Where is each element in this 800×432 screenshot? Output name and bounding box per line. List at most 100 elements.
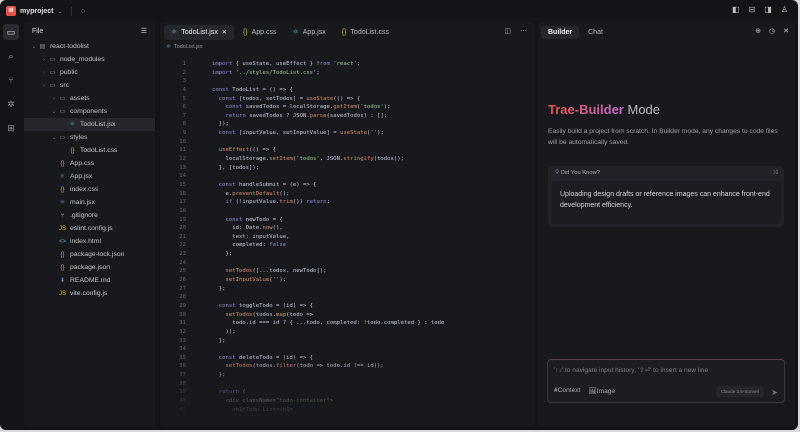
line-text: setTodos(todos.filter(todo => todo.id !=… xyxy=(225,363,384,370)
account-icon[interactable]: ♙ xyxy=(781,5,788,14)
line-number: 30 xyxy=(179,311,186,318)
tree-item[interactable]: ⬇ README.md xyxy=(24,274,155,287)
tab-chat[interactable]: Chat xyxy=(581,26,610,39)
folder-icon: ▭ xyxy=(59,109,66,115)
line-number: 16 xyxy=(179,190,186,197)
builder-panel: Builder Chat ⊕ ◷ ✕ Trae-Builder Mode Eas… xyxy=(538,22,795,426)
split-editor-icon[interactable]: ◫ xyxy=(504,27,511,35)
tree-item[interactable]: {} index.css xyxy=(24,183,155,196)
more-icon[interactable]: ⋯ xyxy=(520,27,527,35)
files-icon[interactable]: ▭ xyxy=(3,24,19,40)
close-icon[interactable]: ✕ xyxy=(783,27,789,35)
model-selector[interactable]: Claude 3.5-Sonnet xyxy=(715,386,764,397)
tree-item[interactable]: ⚛ main.jsx xyxy=(24,196,155,209)
code-line: 38 xyxy=(160,380,535,389)
line-text: if (!inputValue.trim()) return; xyxy=(225,199,330,206)
line-number: 18 xyxy=(179,207,186,214)
js-icon: JS xyxy=(58,225,66,232)
code-editor: ⚛ TodoList.jsx ✕{} App.css ⚛ App.jsx{} TodoLis… xyxy=(160,22,535,426)
tree-item[interactable]: {} TodoList.css xyxy=(24,144,155,157)
tree-item[interactable]: JS eslint.config.js xyxy=(24,222,155,235)
line-number: 4 xyxy=(182,86,186,93)
tree-item[interactable]: {} package.json xyxy=(24,261,155,274)
tree-item[interactable]: › ▭ node_modules xyxy=(24,53,155,66)
tab-todolist-css[interactable]: {} TodoList.css xyxy=(335,25,396,40)
tree-item[interactable]: ⚛ App.jsx xyxy=(24,170,155,183)
line-text: )); xyxy=(212,328,236,335)
code-line: 16 e.preventDefault(); xyxy=(160,190,535,199)
toggle-bottom-panel-icon[interactable]: ⊟ xyxy=(749,5,756,14)
breadcrumb-file[interactable]: TodoList.jsx xyxy=(174,44,203,50)
css-icon: {} xyxy=(242,28,248,36)
line-number: 26 xyxy=(179,277,186,284)
history-icon[interactable]: ◷ xyxy=(769,27,775,35)
tree-item[interactable]: › ▭ assets xyxy=(24,92,155,105)
chevron-right-icon: › xyxy=(53,95,55,102)
line-number: 9 xyxy=(182,130,186,137)
tree-item-label: vite.config.js xyxy=(70,290,108,297)
chat-input[interactable]: '↑↓' to navigate input history, '⇧⏎' to … xyxy=(547,359,785,403)
divider xyxy=(70,6,72,16)
tab-app-css[interactable]: {} App.css xyxy=(236,25,284,40)
context-button[interactable]: #Context xyxy=(554,387,580,395)
code-line: 1 import { useState, useEffect } from 're… xyxy=(160,60,535,69)
tree-item-label: eslint.config.js xyxy=(70,225,113,232)
send-icon[interactable]: ➤ xyxy=(771,388,778,397)
tree-item-label: index.css xyxy=(70,186,99,193)
code-line: 24 xyxy=(160,259,535,268)
tree-item[interactable]: ⑂ .gitignore xyxy=(24,209,155,222)
tree-item[interactable]: ⚛ TodoList.jsx xyxy=(24,118,155,131)
code-line: 13 }, [todos]); xyxy=(160,164,535,173)
toggle-left-panel-icon[interactable]: ◧ xyxy=(732,5,740,14)
toggle-right-panel-icon[interactable]: ◨ xyxy=(764,5,772,14)
source-control-icon[interactable]: ⑂ xyxy=(3,72,19,88)
tree-item[interactable]: ⌄ ▭ styles xyxy=(24,131,155,144)
folder-icon: ▭ xyxy=(49,83,56,89)
image-button[interactable]: 🖼︎Image xyxy=(588,387,615,395)
line-text: localStorage.setItem('todos', JSON.strin… xyxy=(212,156,404,163)
tab-app-jsx[interactable]: ⚛ App.jsx xyxy=(285,25,332,40)
code-line: 26 setInputValue(''); xyxy=(160,276,535,285)
code-line: 12 localStorage.setItem('todos', JSON.st… xyxy=(160,155,535,164)
apps-grid-icon[interactable]: ⁘ xyxy=(80,7,87,16)
code-line: 5 const [todos, setTodos] = useState(() … xyxy=(160,95,535,104)
tree-item[interactable]: JS vite.config.js xyxy=(24,287,155,300)
project-switcher[interactable]: myproject xyxy=(20,8,53,15)
tip-title: Did You Know? xyxy=(560,170,601,176)
project-logo: M xyxy=(6,6,16,16)
line-number: 10 xyxy=(179,138,186,145)
line-number: 6 xyxy=(182,104,186,111)
line-number: 34 xyxy=(179,346,186,353)
tree-item[interactable]: › ▭ public xyxy=(24,66,155,79)
tree-item[interactable]: › ▭ src xyxy=(24,79,155,92)
explorer-title: File xyxy=(32,27,44,35)
close-tab-icon[interactable]: ✕ xyxy=(222,29,227,36)
chevron-down-icon[interactable]: ⌄ xyxy=(57,8,62,15)
tree-item-label: package.json xyxy=(70,264,111,271)
code-line: 14 xyxy=(160,172,535,181)
tab-todolist-jsx[interactable]: ⚛ TodoList.jsx ✕ xyxy=(164,24,234,40)
tree-item[interactable]: {} App.css xyxy=(24,157,155,170)
ide-window: M myproject ⌄ ⁘ ◧ ⊟ ◨ ♙ ▭ ⌕ ⑂ ✲ ⊞ File ☰… xyxy=(0,0,798,430)
css-icon: {} xyxy=(341,28,347,36)
css-icon: {} xyxy=(70,147,75,154)
tree-item[interactable]: ⌄ ▤ react-todolist xyxy=(24,40,155,53)
extensions-icon[interactable]: ⊞ xyxy=(3,120,19,136)
search-icon[interactable]: ⌕ xyxy=(3,48,19,64)
editor-tabs: ⚛ TodoList.jsx ✕{} App.css ⚛ App.jsx{} TodoLis… xyxy=(160,22,535,42)
tree-item[interactable]: <> index.html xyxy=(24,235,155,248)
code-area[interactable]: 1 import { useState, useEffect } from 're… xyxy=(160,60,535,426)
shuffle-icon[interactable]: ⤨ xyxy=(772,170,777,177)
tree-item[interactable]: {} package-lock.json xyxy=(24,248,155,261)
file-explorer: File ☰ ⌄ ▤ react-todolist › ▭ node_modules › ▭ p… xyxy=(24,22,155,426)
debug-icon[interactable]: ✲ xyxy=(3,96,19,112)
new-chat-icon[interactable]: ⊕ xyxy=(755,27,761,35)
tab-builder[interactable]: Builder xyxy=(541,25,580,39)
line-text: return savedTodos ? JSON.parse(savedTodo… xyxy=(225,112,388,119)
root-icon: ▤ xyxy=(39,44,46,50)
tree-item-label: components xyxy=(70,108,108,115)
line-number: 29 xyxy=(179,302,186,309)
tree-item[interactable]: ⌄ ▭ components xyxy=(24,105,155,118)
collapse-all-icon[interactable]: ☰ xyxy=(141,27,147,35)
line-number: 12 xyxy=(179,156,186,163)
